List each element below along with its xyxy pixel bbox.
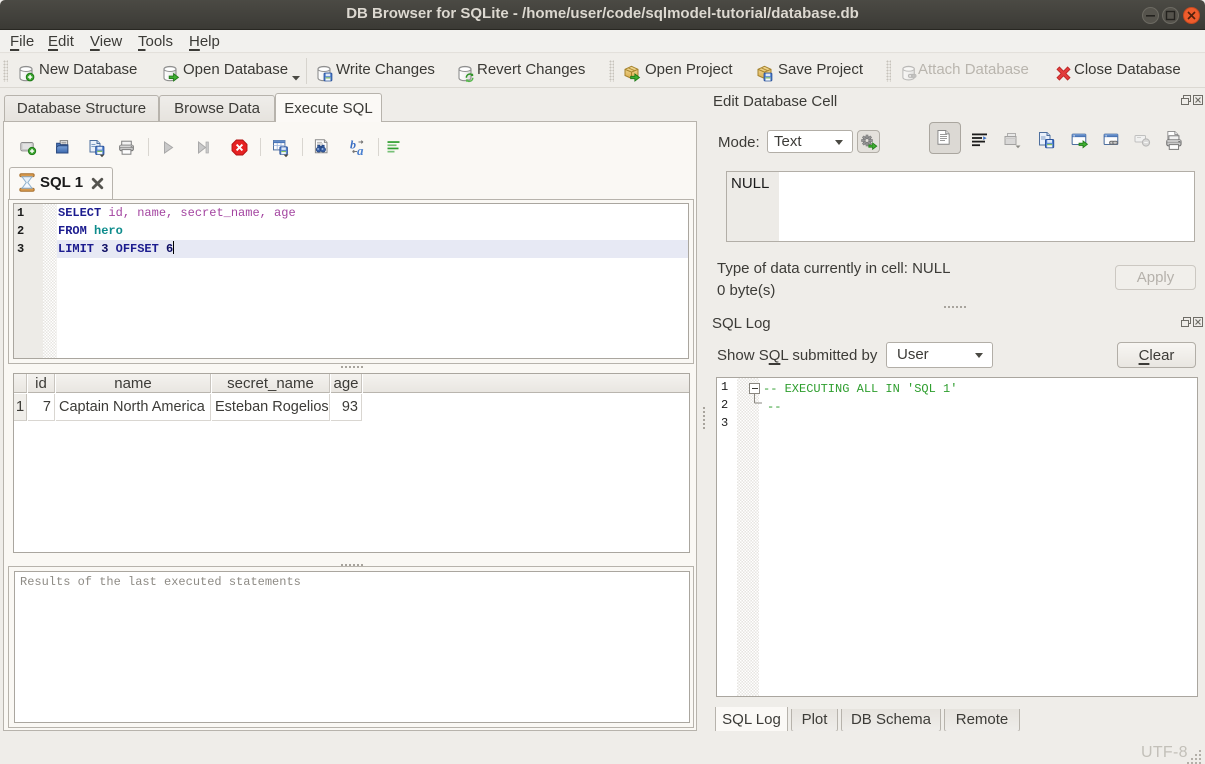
svg-text:b: b <box>350 138 356 152</box>
svg-text:a: a <box>357 143 364 158</box>
